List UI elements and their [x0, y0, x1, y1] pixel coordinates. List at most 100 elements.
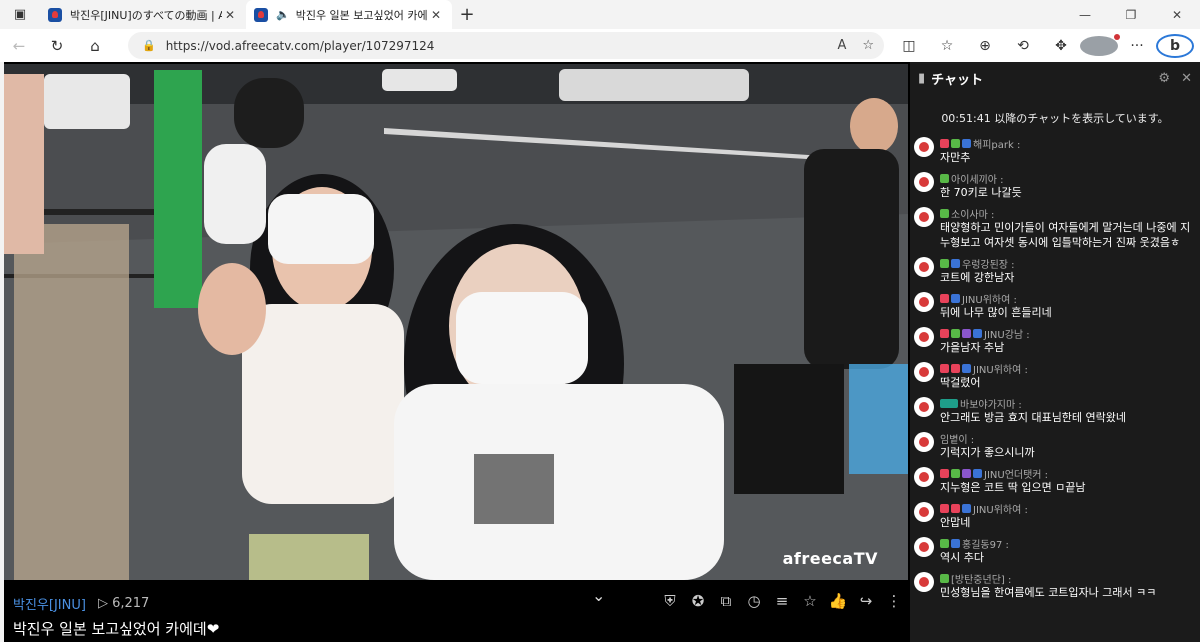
- read-aloud-icon[interactable]: A: [837, 38, 846, 53]
- clip-icon[interactable]: ⧉: [712, 592, 740, 610]
- chat-text: 딱걸렸어: [940, 376, 981, 389]
- heart-badge-icon: [951, 363, 960, 373]
- chat-text: 민성형님을 한여름에도 코트입자나 그래서 ㅋㅋ: [940, 586, 1157, 599]
- chat-username[interactable]: 임볕이 :: [940, 431, 974, 446]
- subscriber-badge-icon: [940, 173, 949, 183]
- close-tab-icon[interactable]: ✕: [428, 8, 444, 22]
- user-avatar[interactable]: [914, 137, 934, 157]
- chat-message: JINU위하여 : 딱걸렸어: [910, 361, 1200, 390]
- chat-username[interactable]: JINU위하여 :: [973, 501, 1028, 516]
- new-tab-button[interactable]: +: [452, 0, 482, 29]
- close-tab-icon[interactable]: ✕: [222, 8, 238, 22]
- chat-username[interactable]: 바보야가지마 :: [960, 396, 1022, 411]
- bj-name-link[interactable]: 박진우[JINU]: [13, 594, 86, 613]
- user-avatar[interactable]: [914, 502, 934, 522]
- chat-username[interactable]: JINU언더탯커 :: [984, 466, 1048, 481]
- favorite-star-icon[interactable]: ☆: [796, 592, 824, 610]
- user-avatar[interactable]: [914, 572, 934, 592]
- chat-message: JINU위하여 : 안맙네: [910, 501, 1200, 530]
- fan-badge-icon: [940, 468, 949, 478]
- minimize-icon[interactable]: —: [1062, 0, 1108, 29]
- history-icon[interactable]: ⟲: [1004, 38, 1042, 54]
- tab-jinu-videos[interactable]: 박진우[JINU]のすべての動画 | Afreec ✕: [40, 0, 246, 29]
- level-badge-icon: [962, 328, 971, 338]
- like-icon[interactable]: 👍: [824, 592, 852, 610]
- grade-badge-icon: [962, 503, 971, 513]
- chat-text: 뒤에 나무 많이 흔들리네: [940, 306, 1052, 319]
- chat-message: 아이세끼아 : 한 70키로 나갈듯: [910, 171, 1200, 200]
- user-avatar[interactable]: [914, 467, 934, 487]
- grade-badge-icon: [951, 258, 960, 268]
- grade-badge-icon: [951, 293, 960, 303]
- user-avatar[interactable]: [914, 257, 934, 277]
- back-icon[interactable]: ←: [0, 29, 38, 62]
- gear-icon[interactable]: ⚙: [1158, 71, 1170, 86]
- video-title: 박진우 일본 보고싶었어 카에데❤: [13, 620, 220, 638]
- chat-username[interactable]: JINU위하여 :: [962, 291, 1017, 306]
- shield-icon[interactable]: ⛨: [656, 592, 684, 610]
- chat-username[interactable]: 우렁강된장 :: [962, 256, 1015, 271]
- grade-badge-icon: [962, 363, 971, 373]
- more-vertical-icon[interactable]: ⋮: [880, 592, 908, 610]
- tab-title: 박진우 일본 보고싶었어 카에데: [295, 8, 428, 22]
- chat-message: 홍길동97 : 역시 추다: [910, 536, 1200, 565]
- chat-username[interactable]: 해피park :: [973, 136, 1020, 151]
- user-avatar[interactable]: [914, 207, 934, 227]
- chevron-down-icon[interactable]: ⌄: [592, 586, 605, 605]
- chat-panel: ▮ チャット ⚙ ✕ 00:51:41 以降のチャットを表示しています。 해피p…: [910, 62, 1200, 642]
- extensions-icon[interactable]: ✥: [1042, 38, 1080, 54]
- level-badge-icon: [962, 468, 971, 478]
- share-icon[interactable]: ↪: [852, 592, 880, 610]
- chat-username[interactable]: JINU강남 :: [984, 326, 1030, 341]
- address-bar[interactable]: 🔒 https://vod.afreecatv.com/player/10729…: [128, 32, 884, 59]
- user-avatar[interactable]: [914, 327, 934, 347]
- special-badge-icon: [940, 398, 958, 408]
- playlist-add-icon[interactable]: ≡: [768, 592, 796, 610]
- user-avatar[interactable]: [914, 292, 934, 312]
- grade-badge-icon: [951, 538, 960, 548]
- chat-message: 임볕이 : 기럭지가 좋으시니까: [910, 431, 1200, 460]
- grade-badge-icon: [962, 138, 971, 148]
- tab-actions-icon[interactable]: ▣: [0, 0, 40, 29]
- profile-avatar[interactable]: [1080, 33, 1120, 56]
- refresh-icon[interactable]: ↻: [38, 29, 76, 62]
- lock-icon[interactable]: 🔒: [142, 39, 156, 52]
- user-avatar[interactable]: [914, 397, 934, 417]
- chat-username[interactable]: JINU위하여 :: [973, 361, 1028, 376]
- fan-badge-icon: [940, 138, 949, 148]
- star-badge-icon[interactable]: ✪: [684, 592, 712, 610]
- favorites-icon[interactable]: ☆: [928, 38, 966, 54]
- user-avatar[interactable]: [914, 432, 934, 452]
- subscriber-badge-icon: [940, 538, 949, 548]
- grade-badge-icon: [973, 328, 982, 338]
- tab-bar: ▣ 박진우[JINU]のすべての動画 | Afreec ✕ 🔈 박진우 일본 보…: [0, 0, 1200, 29]
- chat-username[interactable]: 아이세끼아 :: [951, 171, 1004, 186]
- chat-text: 코트에 강한남자: [940, 271, 1015, 284]
- chat-panel-icon[interactable]: ▮: [918, 71, 925, 86]
- chat-username[interactable]: 홍길동97 :: [962, 536, 1009, 551]
- afreecatv-favicon-icon: [254, 7, 268, 22]
- favorite-star-icon[interactable]: ☆: [862, 38, 874, 53]
- split-screen-icon[interactable]: ◫: [890, 38, 928, 54]
- close-window-icon[interactable]: ✕: [1154, 0, 1200, 29]
- timer-icon[interactable]: ◷: [740, 592, 768, 610]
- afreecatv-watermark: afreecaTV: [782, 549, 878, 568]
- tab-title: 박진우[JINU]のすべての動画 | Afreec: [70, 8, 222, 22]
- collections-icon[interactable]: ⊕: [966, 38, 1004, 54]
- fan-badge-icon: [940, 503, 949, 513]
- tab-current-video[interactable]: 🔈 박진우 일본 보고싶었어 카에데 ✕: [246, 0, 452, 29]
- speaker-icon[interactable]: 🔈: [276, 8, 290, 21]
- user-avatar[interactable]: [914, 362, 934, 382]
- bing-icon[interactable]: b: [1156, 33, 1194, 58]
- chat-username[interactable]: [방탄중년단] :: [951, 571, 1011, 586]
- restore-icon[interactable]: ❐: [1108, 0, 1154, 29]
- close-icon[interactable]: ✕: [1181, 71, 1192, 86]
- chat-text: 안맙네: [940, 516, 971, 529]
- video-player[interactable]: afreecaTV: [4, 64, 908, 580]
- user-avatar[interactable]: [914, 537, 934, 557]
- home-icon[interactable]: ⌂: [76, 29, 114, 62]
- user-avatar[interactable]: [914, 172, 934, 192]
- subscriber-badge-icon: [940, 258, 949, 268]
- more-icon[interactable]: ···: [1118, 38, 1156, 54]
- chat-username[interactable]: 소이사마 :: [951, 206, 994, 221]
